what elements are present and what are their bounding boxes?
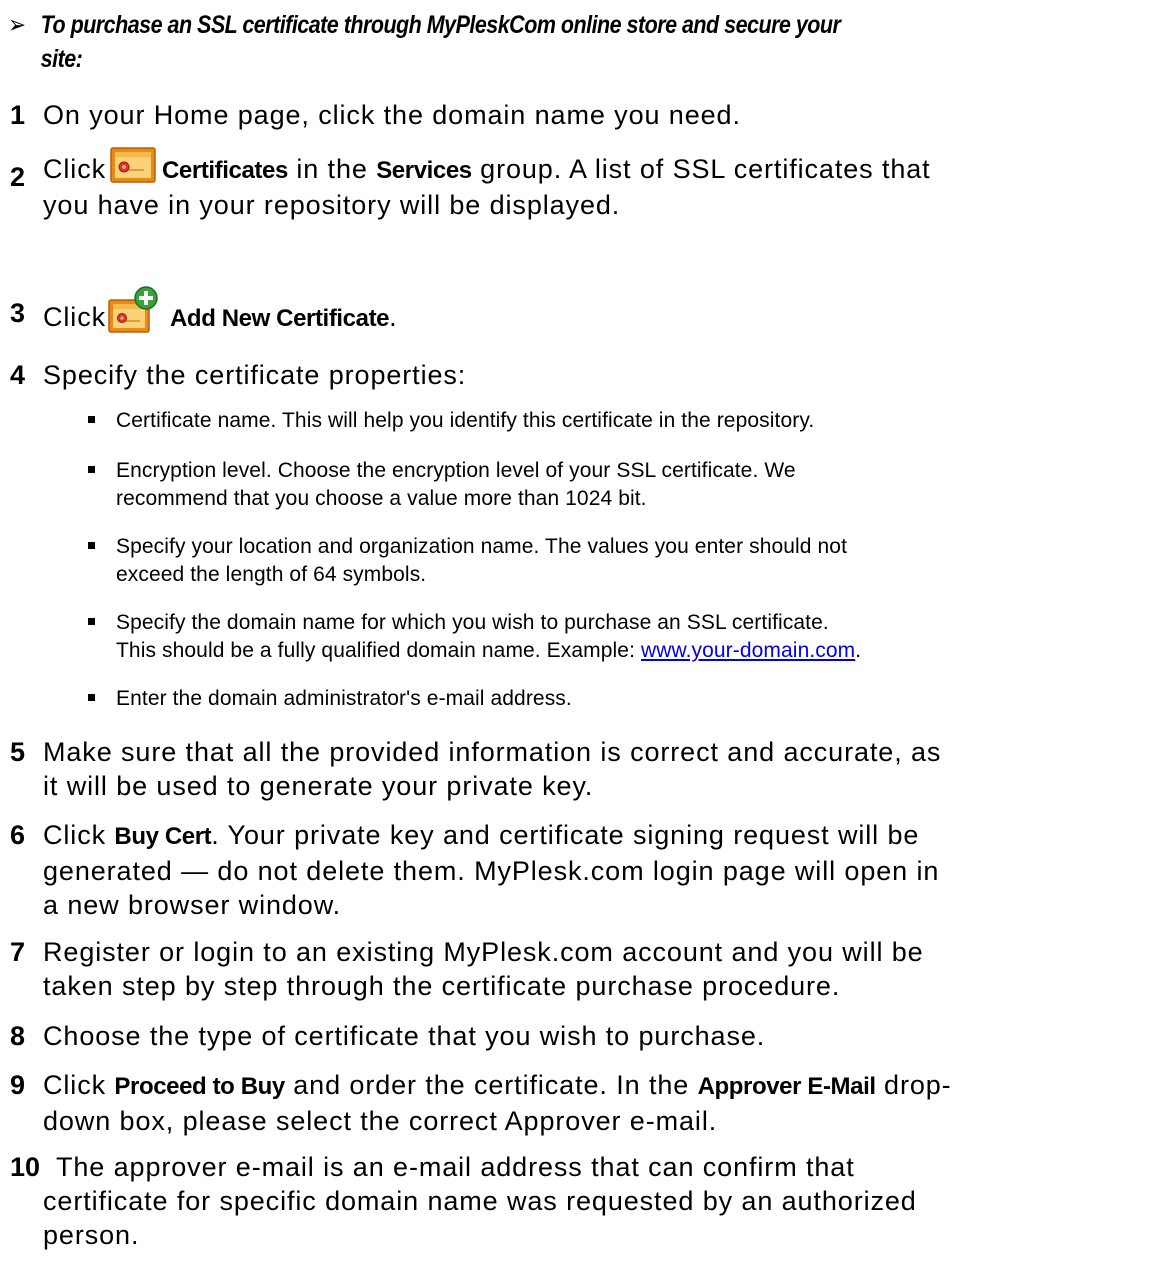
step-8: 8 Choose the type of certificate that yo… xyxy=(10,1019,1130,1053)
step-number: 8 xyxy=(10,1021,26,1051)
bullet-location-organization: Specify your location and organization n… xyxy=(88,533,1128,589)
approver-email-label: Approver E-Mail xyxy=(697,1073,876,1100)
click-word: Click xyxy=(43,302,106,332)
step-text-line1: Register or login to an existing MyPlesk… xyxy=(43,937,924,967)
step-text-line2: down box, please select the correct Appr… xyxy=(43,1106,718,1136)
bullet-text-end: . xyxy=(855,639,862,662)
arrow-bullet-icon: ➢ xyxy=(8,11,26,39)
step-6: 6 Click Buy Cert. Your private key and c… xyxy=(10,818,1130,922)
step-text-line1-end: drop- xyxy=(875,1070,952,1100)
step-number: 3 xyxy=(10,298,26,328)
step-number: 5 xyxy=(10,737,26,767)
step-number: 4 xyxy=(10,360,26,390)
bullet-text-line1: Specify your location and organization n… xyxy=(116,535,848,558)
step-text: Choose the type of certificate that you … xyxy=(43,1021,766,1051)
certificate-icon xyxy=(110,146,156,184)
bullet-marker xyxy=(88,466,95,473)
bullet-encryption-level: Encryption level. Choose the encryption … xyxy=(88,457,1128,513)
step-text: Click Certificates in the Services group… xyxy=(10,146,1130,222)
step-text: Click Proceed to Buy and order the certi… xyxy=(10,1068,1130,1138)
step-text: Make sure that all the provided informat… xyxy=(10,735,1130,803)
bullet-text-line2: recommend that you choose a value more t… xyxy=(116,487,647,510)
bullet-text: Certificate name. This will help you ide… xyxy=(116,409,815,432)
step-text-end: . xyxy=(389,302,398,332)
step-text-mid: and order the certificate. In the xyxy=(284,1070,698,1100)
step-text-line1: The approver e-mail is an e-mail address… xyxy=(56,1152,855,1182)
procedure-title-line1: To purchase an SSL certificate through M… xyxy=(40,11,841,39)
bullet-text: Specify the domain name for which you wi… xyxy=(88,609,1128,665)
step-text-line3: person. xyxy=(43,1220,140,1250)
step-1: 1 On your Home page, click the domain na… xyxy=(10,98,1130,132)
click-word: Click xyxy=(43,1070,106,1100)
add-new-certificate-label: Add New Certificate xyxy=(170,305,390,332)
bullet-text-line1: Specify the domain name for which you wi… xyxy=(116,611,829,634)
step-text: On your Home page, click the domain name… xyxy=(43,100,741,130)
example-domain-link[interactable]: www.your-domain.com xyxy=(641,639,855,662)
bullet-marker xyxy=(88,618,95,625)
bullet-admin-email: Enter the domain administrator's e-mail … xyxy=(88,685,1128,713)
bullet-text-line1: Encryption level. Choose the encryption … xyxy=(116,459,796,482)
step-number: 2 xyxy=(10,162,26,192)
step-text-line2: taken step by step through the certifica… xyxy=(43,971,841,1001)
proceed-to-buy-label: Proceed to Buy xyxy=(114,1073,285,1100)
add-certificate-icon xyxy=(108,286,160,336)
bullet-text-line2: exceed the length of 64 symbols. xyxy=(116,563,427,586)
step-text-line1: Make sure that all the provided informat… xyxy=(43,737,942,767)
step-text: Click Buy Cert. Your private key and cer… xyxy=(10,818,1130,922)
procedure-title: ➢ To purchase an SSL certificate through … xyxy=(8,8,971,76)
bullet-text: Encryption level. Choose the encryption … xyxy=(88,457,1128,513)
step-text-line2: certificate for specific domain name was… xyxy=(43,1186,917,1216)
step-5: 5 Make sure that all the provided inform… xyxy=(10,735,1130,803)
step-4: 4 Specify the certificate properties: xyxy=(10,358,1130,392)
step-number: 7 xyxy=(10,937,26,967)
click-word: Click xyxy=(43,820,106,850)
document-page: ➢ To purchase an SSL certificate through … xyxy=(0,0,1153,1269)
step-7: 7 Register or login to an existing MyPle… xyxy=(10,935,1130,1003)
step-2: 2 Click Certificates in the Services gro… xyxy=(10,146,1130,222)
click-word: Click xyxy=(43,154,106,184)
step-text-line3: a new browser window. xyxy=(43,890,342,920)
step-3: 3 Click Add New Certificate. xyxy=(10,286,1130,336)
step-number: 9 xyxy=(10,1070,26,1100)
procedure-title-line2: site: xyxy=(40,45,83,73)
bullet-text-line2: This should be a fully qualified domain … xyxy=(116,639,641,662)
step-text-line2: it will be used to generate your private… xyxy=(43,771,594,801)
step-text-line2: you have in your repository will be disp… xyxy=(43,190,621,220)
bullet-text: Specify your location and organization n… xyxy=(88,533,1128,589)
bullet-domain-name: Specify the domain name for which you wi… xyxy=(88,609,1128,665)
step-number: 10 xyxy=(10,1152,41,1182)
services-label: Services xyxy=(376,157,472,184)
step-text-mid: in the xyxy=(287,154,377,184)
step-number: 1 xyxy=(10,100,26,130)
step-text: The approver e-mail is an e-mail address… xyxy=(10,1150,1130,1252)
certificates-label: Certificates xyxy=(162,157,288,184)
buy-cert-label: Buy Cert xyxy=(114,823,212,850)
bullet-certificate-name: Certificate name. This will help you ide… xyxy=(88,407,1128,435)
step-text-line2: generated — do not delete them. MyPlesk.… xyxy=(43,856,940,886)
step-text-line1-end: . Your private key and certificate signi… xyxy=(211,820,920,850)
bullet-marker xyxy=(88,694,95,701)
step-number: 6 xyxy=(10,820,26,850)
step-text: Register or login to an existing MyPlesk… xyxy=(10,935,1130,1003)
step-text: Click Add New Certificate. xyxy=(10,286,1130,336)
bullet-marker xyxy=(88,542,95,549)
step-9: 9 Click Proceed to Buy and order the cer… xyxy=(10,1068,1130,1138)
step-text: Specify the certificate properties: xyxy=(43,360,467,390)
bullet-text: Enter the domain administrator's e-mail … xyxy=(116,687,572,710)
step-text-line1-end: group. A list of SSL certificates that xyxy=(471,154,931,184)
bullet-marker xyxy=(88,416,95,423)
step-10: 10 The approver e-mail is an e-mail addr… xyxy=(10,1150,1130,1252)
